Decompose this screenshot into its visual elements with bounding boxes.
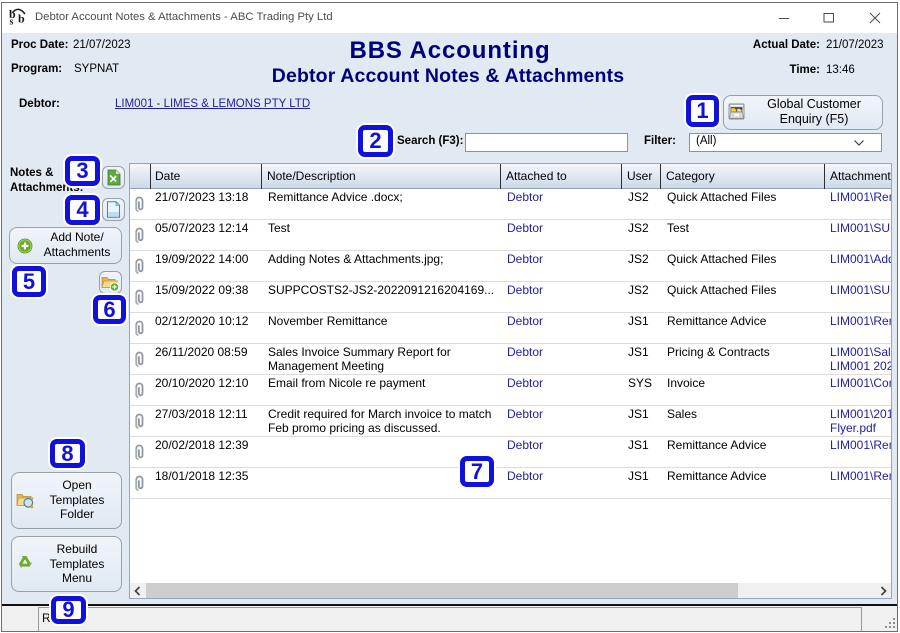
- svg-text:s: s: [10, 17, 14, 27]
